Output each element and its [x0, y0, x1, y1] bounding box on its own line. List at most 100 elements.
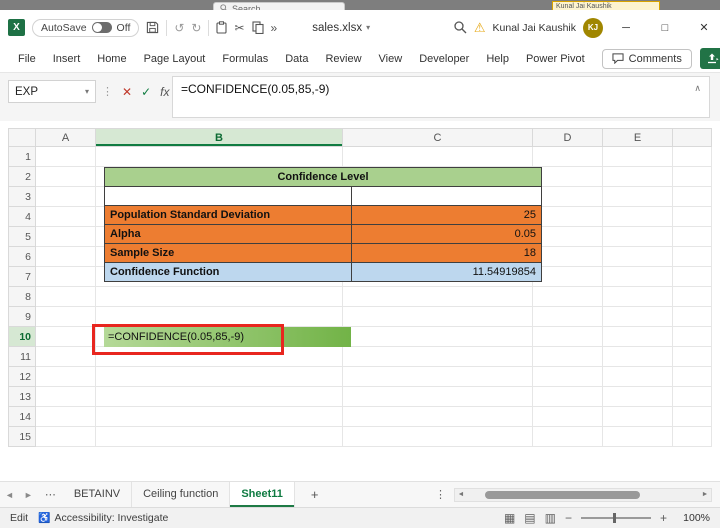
formula-input[interactable]: =CONFIDENCE(0.05,85,-9) ∧	[172, 76, 710, 118]
share-button[interactable]	[700, 48, 720, 69]
column-header-e[interactable]: E	[603, 128, 673, 147]
cell[interactable]	[343, 387, 533, 407]
cell-c3[interactable]	[352, 187, 542, 206]
undo-icon[interactable]: ↺	[174, 22, 184, 34]
cell[interactable]	[603, 227, 673, 247]
search-icon[interactable]	[454, 21, 467, 34]
cell[interactable]	[96, 387, 343, 407]
autosave-toggle[interactable]: AutoSave Off	[32, 19, 139, 37]
warning-icon[interactable]: ⚠	[474, 20, 486, 36]
user-name[interactable]: Kunal Jai Kaushik	[493, 22, 576, 34]
row-header-7[interactable]: 7	[8, 267, 36, 287]
sheet-nav-right-icon[interactable]: ►	[19, 490, 38, 500]
cell-b4[interactable]: Population Standard Deviation	[105, 206, 352, 225]
cell[interactable]	[673, 227, 712, 247]
cell[interactable]	[96, 427, 343, 447]
desktop-search-box[interactable]: Search	[213, 2, 345, 10]
cell-c7[interactable]: 11.54919854	[352, 263, 542, 282]
insert-function-icon[interactable]: fx	[160, 85, 169, 99]
row-header-8[interactable]: 8	[8, 287, 36, 307]
cell[interactable]	[343, 347, 533, 367]
ribbon-tab-file[interactable]: File	[18, 53, 36, 65]
cell[interactable]	[603, 147, 673, 167]
cell[interactable]	[96, 407, 343, 427]
ribbon-tab-formulas[interactable]: Formulas	[222, 53, 268, 65]
cell-c6[interactable]: 18	[352, 244, 542, 263]
zoom-slider[interactable]	[581, 517, 651, 519]
splitter-handle-icon[interactable]: ⋮	[427, 488, 454, 501]
cell[interactable]	[533, 387, 603, 407]
save-icon[interactable]	[146, 21, 159, 34]
cell[interactable]	[603, 287, 673, 307]
cell[interactable]	[603, 327, 673, 347]
maximize-button[interactable]: □	[649, 10, 681, 45]
cell[interactable]	[673, 147, 712, 167]
ribbon-tab-insert[interactable]: Insert	[53, 53, 81, 65]
clipboard-icon[interactable]	[216, 21, 227, 34]
cell[interactable]	[533, 407, 603, 427]
sheet-tab-ceiling-function[interactable]: Ceiling function	[132, 482, 230, 507]
ribbon-tab-page-layout[interactable]: Page Layout	[144, 53, 206, 65]
cell[interactable]	[673, 307, 712, 327]
sheet-nav-left-icon[interactable]: ◄	[0, 490, 19, 500]
cell[interactable]	[673, 267, 712, 287]
cell[interactable]	[603, 427, 673, 447]
cell-c5[interactable]: 0.05	[352, 225, 542, 244]
normal-view-icon[interactable]: ▦	[504, 511, 515, 525]
cell[interactable]	[673, 247, 712, 267]
cell[interactable]	[36, 367, 96, 387]
scrollbar-thumb[interactable]	[485, 491, 640, 499]
cell-c4[interactable]: 25	[352, 206, 542, 225]
cell[interactable]	[96, 287, 343, 307]
cell[interactable]	[36, 247, 96, 267]
cell[interactable]	[603, 267, 673, 287]
row-header-9[interactable]: 9	[8, 307, 36, 327]
cell[interactable]	[673, 387, 712, 407]
zoom-in-icon[interactable]: +	[660, 511, 667, 525]
minimize-button[interactable]: ─	[610, 10, 642, 45]
cell[interactable]	[603, 307, 673, 327]
redo-icon[interactable]: ↻	[191, 22, 201, 34]
cell[interactable]	[343, 147, 533, 167]
avatar[interactable]: KJ	[583, 18, 603, 38]
cell[interactable]	[603, 347, 673, 367]
cell[interactable]	[603, 367, 673, 387]
cell[interactable]	[533, 327, 603, 347]
cell[interactable]	[533, 307, 603, 327]
ribbon-tab-home[interactable]: Home	[97, 53, 126, 65]
cell[interactable]	[533, 147, 603, 167]
cell[interactable]	[343, 427, 533, 447]
cut-icon[interactable]: ✂	[234, 22, 244, 34]
comments-button[interactable]: Comments	[602, 49, 692, 69]
column-header-a[interactable]: A	[36, 128, 96, 147]
cell[interactable]	[533, 367, 603, 387]
ribbon-tab-power-pivot[interactable]: Power Pivot	[526, 53, 585, 65]
row-header-6[interactable]: 6	[8, 247, 36, 267]
cell-b3[interactable]	[105, 187, 352, 206]
cell-b5[interactable]: Alpha	[105, 225, 352, 244]
name-box[interactable]: EXP ▾	[8, 80, 96, 103]
cell[interactable]	[36, 267, 96, 287]
cell[interactable]	[673, 347, 712, 367]
cell[interactable]	[533, 227, 603, 247]
page-layout-view-icon[interactable]: ▤	[524, 511, 535, 525]
column-header-d[interactable]: D	[533, 128, 603, 147]
row-header-12[interactable]: 12	[8, 367, 36, 387]
row-header-14[interactable]: 14	[8, 407, 36, 427]
column-header-b[interactable]: B	[96, 128, 343, 147]
cell[interactable]	[603, 387, 673, 407]
chevron-down-icon[interactable]: ▾	[85, 87, 89, 96]
confirm-entry-icon[interactable]: ✓	[141, 85, 151, 99]
zoom-out-icon[interactable]: −	[565, 511, 572, 525]
ribbon-tab-help[interactable]: Help	[486, 53, 509, 65]
row-header-4[interactable]: 4	[8, 207, 36, 227]
cell[interactable]	[343, 287, 533, 307]
excel-app-icon[interactable]: X	[8, 19, 25, 36]
sheet-tab-betainv[interactable]: BETAINV	[63, 482, 132, 507]
cell[interactable]	[36, 407, 96, 427]
accessibility-checker[interactable]: ♿ Accessibility: Investigate	[38, 512, 168, 524]
cell[interactable]	[603, 407, 673, 427]
cell[interactable]	[343, 407, 533, 427]
cell[interactable]	[533, 247, 603, 267]
cell[interactable]	[533, 207, 603, 227]
